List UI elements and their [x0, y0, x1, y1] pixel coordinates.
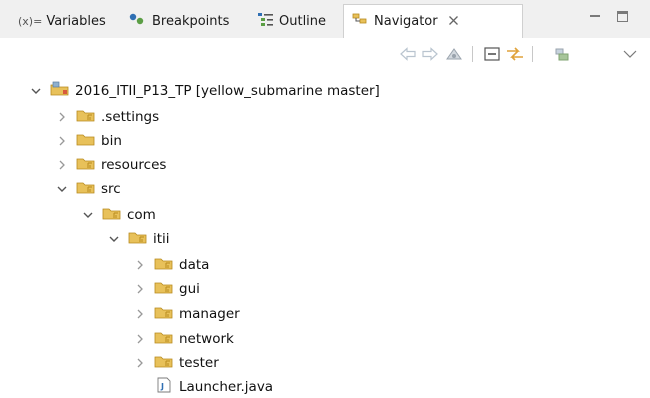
chevron-right-icon[interactable] — [134, 308, 146, 320]
folder-icon — [76, 155, 101, 175]
tree-item-label: com — [127, 207, 156, 223]
tree-item-folder[interactable]: manager — [134, 303, 240, 325]
folder-icon — [128, 229, 153, 249]
toolbar-separator — [472, 46, 473, 62]
folder-icon — [154, 304, 179, 324]
tree-item-folder[interactable]: resources — [56, 154, 166, 176]
tree-item-label: Launcher.java — [179, 379, 274, 395]
folder-icon — [154, 255, 179, 275]
tree-item-folder[interactable]: src — [56, 178, 121, 200]
project-icon — [50, 81, 75, 101]
tree-item-folder[interactable]: gui — [134, 278, 200, 300]
tree-item-label: data — [179, 257, 210, 273]
tab-breakpoints-label: Breakpoints — [152, 13, 230, 29]
tree-item-label: .settings — [101, 109, 160, 125]
chevron-right-icon[interactable] — [56, 159, 68, 171]
tab-variables-label: Variables — [46, 13, 106, 29]
tree-item-project[interactable]: 2016_ITII_P13_TP [yellow_submarine maste… — [30, 80, 380, 102]
view-menu-settings-icon[interactable] — [552, 44, 572, 64]
chevron-down-icon[interactable] — [30, 85, 42, 97]
view-menu-icon[interactable] — [620, 44, 640, 64]
tree-item-label: tester — [179, 355, 219, 371]
tree-item-label: resources — [101, 157, 167, 173]
tree-item-label: src — [101, 181, 121, 197]
tab-navigator-label: Navigator — [374, 14, 438, 29]
chevron-right-icon[interactable] — [134, 333, 146, 345]
tree-item-file[interactable]: J Launcher.java — [154, 376, 273, 398]
minimize-icon[interactable] — [588, 10, 602, 24]
collapse-all-icon[interactable] — [482, 44, 502, 64]
tree-item-label: bin — [101, 133, 122, 149]
variables-icon: (x)= — [18, 14, 43, 28]
chevron-right-icon[interactable] — [56, 135, 68, 147]
home-icon[interactable] — [444, 44, 464, 64]
toolbar-separator — [532, 46, 533, 62]
folder-icon — [154, 329, 179, 349]
tree-item-label: 2016_ITII_P13_TP [yellow_submarine maste… — [75, 83, 380, 99]
view-tab-bar: (x)= Variables Breakpoints Outline Navig… — [0, 0, 650, 38]
tree-item-folder[interactable]: bin — [56, 130, 122, 152]
chevron-down-icon[interactable] — [56, 183, 68, 195]
forward-icon[interactable] — [420, 44, 440, 64]
chevron-right-icon[interactable] — [134, 259, 146, 271]
navigator-icon — [352, 12, 370, 32]
folder-icon — [76, 107, 101, 127]
tab-outline-label: Outline — [279, 13, 327, 29]
svg-text:J: J — [160, 382, 164, 391]
close-icon[interactable] — [448, 15, 459, 29]
chevron-right-icon[interactable] — [134, 283, 146, 295]
folder-icon — [154, 279, 179, 299]
tree-item-label: itii — [153, 231, 170, 247]
maximize-icon[interactable] — [616, 10, 630, 24]
folder-icon — [76, 179, 101, 199]
link-with-editor-icon[interactable] — [505, 44, 525, 64]
folder-icon — [102, 205, 127, 225]
tree-item-folder[interactable]: com — [82, 204, 156, 226]
outline-icon — [257, 11, 275, 31]
tree-item-folder[interactable]: tester — [134, 352, 219, 374]
tab-variables[interactable]: (x)= Variables — [18, 8, 106, 34]
back-icon[interactable] — [398, 44, 418, 64]
breakpoints-icon — [126, 12, 148, 30]
tree-item-label: manager — [179, 306, 240, 322]
folder-icon — [76, 131, 101, 151]
tab-outline[interactable]: Outline — [257, 8, 326, 34]
chevron-down-icon[interactable] — [108, 233, 120, 245]
chevron-right-icon[interactable] — [134, 357, 146, 369]
tab-navigator[interactable]: Navigator — [343, 4, 523, 38]
chevron-down-icon[interactable] — [82, 209, 94, 221]
tree-item-folder[interactable]: .settings — [56, 106, 159, 128]
tree-item-folder[interactable]: network — [134, 328, 234, 350]
tree-item-folder[interactable]: itii — [108, 228, 170, 250]
view-toolbar — [0, 40, 650, 68]
tree-item-label: gui — [179, 281, 200, 297]
tab-breakpoints[interactable]: Breakpoints — [126, 8, 229, 34]
chevron-right-icon[interactable] — [56, 111, 68, 123]
java-file-icon: J — [154, 377, 179, 397]
folder-icon — [154, 353, 179, 373]
tree-item-label: network — [179, 331, 234, 347]
tree-item-folder[interactable]: data — [134, 254, 209, 276]
